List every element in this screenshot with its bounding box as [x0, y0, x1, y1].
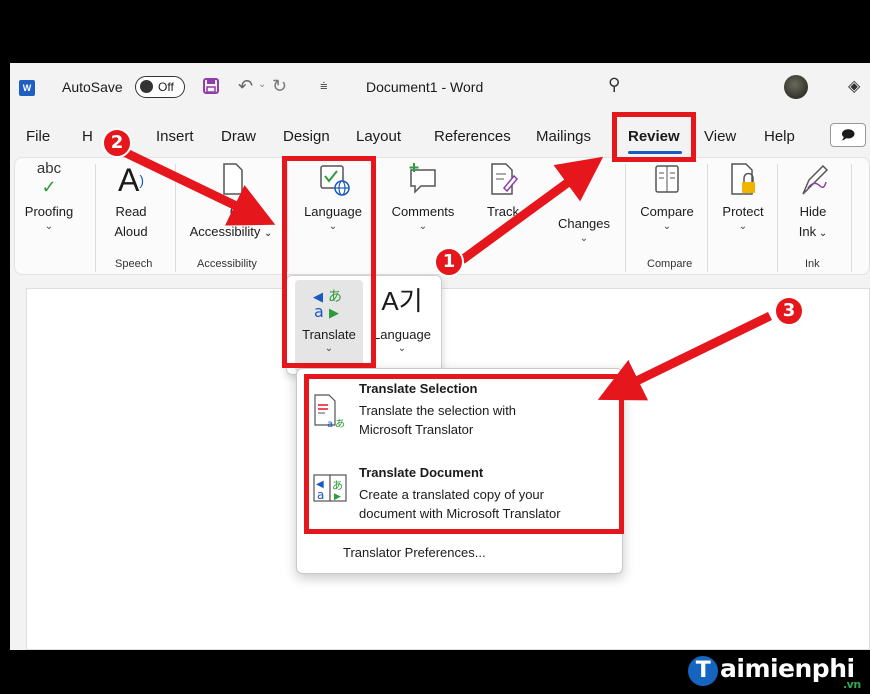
watermark-logo: T — [688, 656, 718, 686]
site-watermark: Taimienphi .vn — [688, 654, 861, 691]
arrow-2 — [118, 145, 276, 226]
step-badge-1: 1 — [434, 247, 464, 277]
step-badge-2: 2 — [102, 128, 132, 158]
watermark-suffix: .vn — [843, 678, 861, 691]
arrow-1 — [459, 156, 604, 264]
step-badge-3: 3 — [774, 296, 804, 326]
arrow-3 — [597, 311, 772, 401]
watermark-text: aimienphi — [720, 654, 855, 683]
annotation-arrows — [118, 145, 772, 401]
